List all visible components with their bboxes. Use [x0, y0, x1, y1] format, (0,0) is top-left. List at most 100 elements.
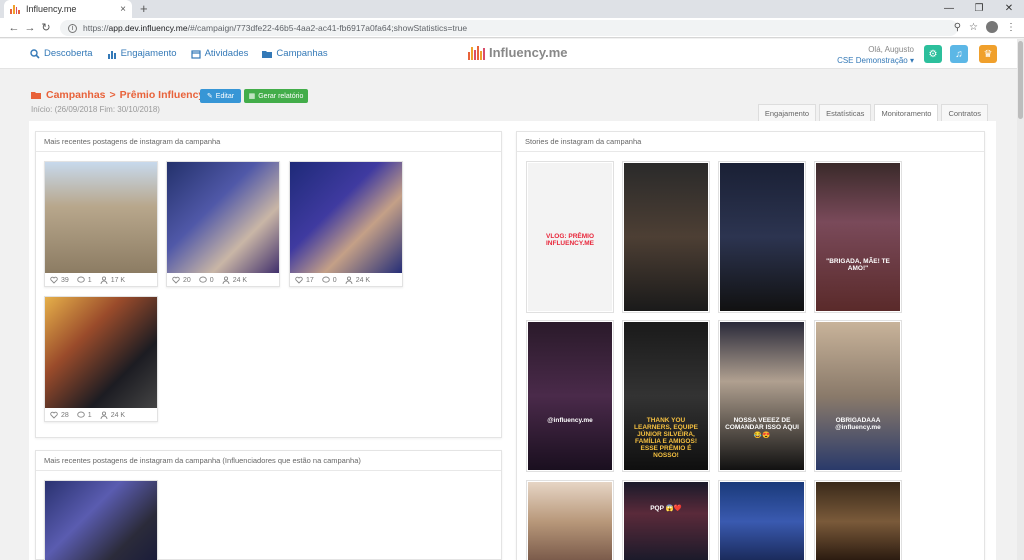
comments-count: 1	[87, 276, 92, 284]
user-menu[interactable]: Olá, Augusto CSE Demonstração ▾	[837, 44, 914, 66]
forward-icon[interactable]: →	[22, 22, 38, 34]
new-tab-button[interactable]: +	[140, 1, 148, 16]
tab-contratos[interactable]: Contratos	[941, 104, 988, 121]
story-card[interactable]: THANK YOU LEARNERS, EQUIPE JÚNIOR SILVEI…	[622, 320, 710, 472]
story-image[interactable]: OBRIGADAAA @influency.me	[816, 322, 900, 470]
bell-icon: ♫	[955, 48, 963, 60]
rewards-button[interactable]: ♛	[979, 45, 997, 63]
post-card[interactable]: 39 1 17 K	[44, 161, 158, 287]
likes-count: 39	[61, 276, 69, 284]
story-card[interactable]	[718, 161, 806, 313]
search-icon	[30, 48, 40, 59]
post-card[interactable]: 20 0 24 K	[166, 161, 280, 287]
browser-tab[interactable]: Influency.me ×	[4, 0, 132, 18]
nav-item-atividades[interactable]: Atividades	[190, 48, 248, 59]
key-icon[interactable]: ⚲	[954, 22, 961, 33]
story-card[interactable]	[814, 480, 902, 560]
site-info-icon[interactable]: i	[68, 23, 77, 33]
post-card[interactable]	[44, 480, 158, 560]
story-image[interactable]: THANK YOU LEARNERS, EQUIPE JÚNIOR SILVEI…	[624, 322, 708, 470]
post-image[interactable]	[45, 162, 157, 273]
url-field[interactable]: i https://app.dev.influency.me/#/campaig…	[60, 20, 958, 36]
story-card[interactable]: VLOG: PRÊMIO INFLUENCY.ME	[526, 161, 614, 313]
story-card[interactable]	[622, 161, 710, 313]
maximize-icon[interactable]: ❐	[964, 0, 994, 18]
story-card[interactable]: OBRIGADAAA @influency.me	[814, 320, 902, 472]
story-card[interactable]: PQP 😱❤️	[622, 480, 710, 560]
story-image[interactable]	[720, 163, 804, 311]
story-image[interactable]: PQP 😱❤️	[624, 482, 708, 560]
story-image[interactable]: NOSSA VEEEZ DE COMANDAR ISSO AQUI 😂😍	[720, 322, 804, 470]
post-image[interactable]	[167, 162, 279, 273]
post-image[interactable]	[290, 162, 402, 273]
story-image[interactable]	[624, 163, 708, 311]
story-text: "BRIGADA, MÃE! TE AMO!"	[826, 258, 890, 272]
notifications-button[interactable]: ♫	[950, 45, 968, 63]
story-text: @influency.me	[547, 417, 593, 424]
org-selector[interactable]: CSE Demonstração ▾	[837, 55, 914, 66]
reload-icon[interactable]: ↻	[38, 21, 54, 34]
story-text: OBRIGADAAA @influency.me	[835, 417, 881, 431]
story-image[interactable]: "BRIGADA, MÃE! TE AMO!"	[816, 163, 900, 311]
nav-item-descoberta[interactable]: Descoberta	[30, 48, 93, 59]
heart-icon	[50, 276, 58, 284]
story-image[interactable]	[816, 482, 900, 560]
url-path: /#/campaign/773dfe22-46b5-4aa2-ac41-fb69…	[187, 23, 468, 33]
gear-icon: ⚙	[928, 48, 938, 60]
profile-avatar[interactable]	[986, 21, 998, 33]
post-image[interactable]	[45, 297, 157, 408]
post-card[interactable]: 17 0 24 K	[289, 161, 403, 287]
nav-label: Engajamento	[120, 48, 177, 59]
post-stats: 17 0 24 K	[290, 273, 402, 287]
close-window-icon[interactable]: ✕	[994, 0, 1024, 18]
story-image[interactable]	[528, 482, 612, 560]
browser-tabbar: Influency.me × + — ❐ ✕	[0, 0, 1024, 18]
post-image[interactable]	[45, 481, 157, 560]
reach-count: 24 K	[355, 276, 371, 284]
story-card[interactable]	[718, 480, 806, 560]
folder-open-icon	[31, 91, 41, 99]
story-image[interactable]: @influency.me	[528, 322, 612, 470]
tab-engajamento[interactable]: Engajamento	[757, 104, 817, 121]
nav-item-campanhas[interactable]: Campanhas	[262, 48, 328, 59]
comments-count: 0	[209, 276, 214, 284]
post-stats: 20 0 24 K	[167, 273, 279, 287]
back-icon[interactable]: ←	[6, 22, 22, 34]
story-text: PQP 😱❤️	[650, 505, 682, 512]
reach-count: 24 K	[232, 276, 248, 284]
influency-favicon-icon	[10, 4, 20, 14]
nav-item-engajamento[interactable]: Engajamento	[107, 48, 177, 59]
edit-button[interactable]: ✎ Editar	[200, 89, 241, 103]
story-image[interactable]	[720, 482, 804, 560]
trophy-icon: ♛	[983, 48, 993, 60]
story-card[interactable]: @influency.me	[526, 320, 614, 472]
story-image[interactable]: VLOG: PRÊMIO INFLUENCY.ME	[528, 163, 612, 311]
user-greeting: Olá, Augusto	[868, 45, 914, 54]
heart-icon	[295, 276, 303, 284]
story-card[interactable]	[526, 480, 614, 560]
comment-icon	[77, 411, 85, 418]
post-card[interactable]: 28 1 24 K	[44, 296, 158, 422]
tab-estatisticas[interactable]: Estatísticas	[819, 104, 872, 121]
comment-icon	[77, 276, 85, 283]
browser-menu-icon[interactable]: ⋮	[1006, 22, 1016, 33]
tab-monitoramento[interactable]: Monitoramento	[874, 104, 939, 121]
panel-title: Stories de instagram da campanha	[517, 132, 984, 152]
story-card[interactable]: "BRIGADA, MÃE! TE AMO!"	[814, 161, 902, 313]
edit-icon: ✎	[206, 93, 213, 100]
breadcrumb-campanhas[interactable]: Campanhas	[46, 89, 106, 101]
reach-count: 24 K	[110, 411, 126, 419]
panel-title: Mais recentes postagens de instagram da …	[36, 451, 501, 471]
influency-logo[interactable]: Influency.me	[468, 45, 568, 60]
scrollbar-thumb[interactable]	[1018, 41, 1023, 119]
url-domain: app.dev.influency.me	[108, 23, 188, 33]
story-card[interactable]: NOSSA VEEEZ DE COMANDAR ISSO AQUI 😂😍	[718, 320, 806, 472]
generate-report-button[interactable]: ▦ Gerar relatório	[244, 89, 308, 103]
bookmark-star-icon[interactable]: ☆	[969, 22, 978, 33]
settings-button[interactable]: ⚙	[924, 45, 942, 63]
tab-close-icon[interactable]: ×	[120, 4, 126, 15]
minimize-icon[interactable]: —	[934, 0, 964, 18]
likes-count: 20	[183, 276, 191, 284]
page-scrollbar[interactable]	[1017, 39, 1024, 560]
nav-label: Campanhas	[276, 48, 328, 59]
